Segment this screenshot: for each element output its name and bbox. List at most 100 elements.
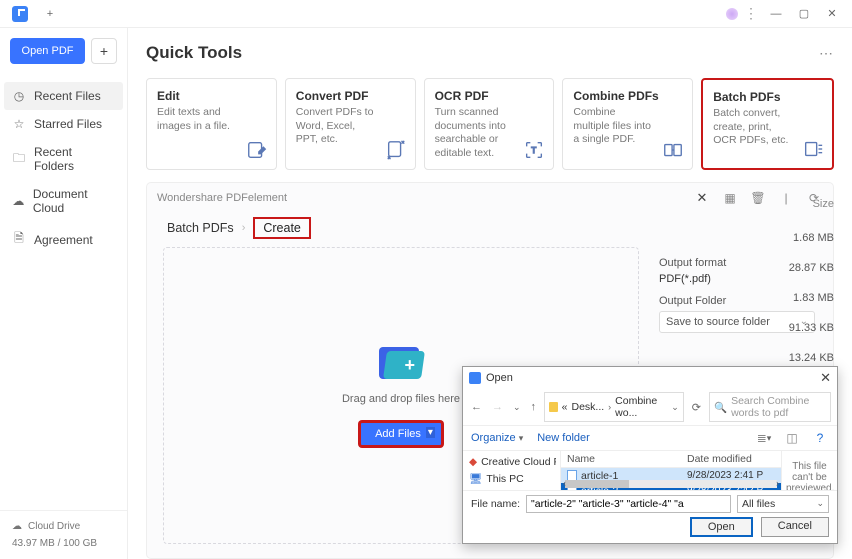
convert-icon — [385, 139, 407, 161]
file-size: 28.87 KB — [764, 262, 834, 274]
search-placeholder: Search Combine words to pdf — [731, 395, 826, 419]
help-icon[interactable]: ? — [811, 429, 829, 447]
doc-icon: 🗎 — [12, 229, 26, 250]
open-button[interactable]: Open — [690, 517, 753, 537]
nav-up-button[interactable]: ↑ — [529, 401, 539, 413]
preview-pane: This file can't be previewed. — [781, 451, 837, 490]
card-desc: Edit texts and images in a file. — [157, 106, 266, 133]
nav-history-button[interactable]: ⌄ — [511, 402, 523, 413]
file-search-input[interactable]: 🔍 Search Combine words to pdf — [709, 392, 831, 422]
sidebar-item-recent-files[interactable]: ◷ Recent Files — [4, 82, 123, 110]
breadcrumb: Batch PDFs › Create — [147, 213, 833, 247]
card-title: Edit — [157, 89, 266, 103]
minimize-button[interactable]: — — [762, 2, 790, 26]
cloud-icon: ☁ — [12, 194, 25, 208]
file-list: Name Date modified article-1 9/28/2023 2… — [561, 451, 781, 490]
sidebar-item-starred-files[interactable]: ☆ Starred Files — [0, 110, 127, 138]
organize-menu[interactable]: Organize ▾ — [471, 432, 523, 444]
add-files-button[interactable]: Add Files — [359, 421, 443, 447]
folder-tree: ◆Creative Cloud Fil 🖥This PC ▣3D Objects… — [463, 451, 561, 490]
tool-card-convert[interactable]: Convert PDF Convert PDFs to Word, Excel,… — [285, 78, 416, 170]
file-size: 1.83 MB — [764, 292, 834, 304]
new-folder-button[interactable]: New folder — [537, 432, 590, 444]
tree-item[interactable]: 🖥This PC — [467, 470, 556, 487]
close-button[interactable]: ✕ — [818, 2, 846, 26]
cancel-button[interactable]: Cancel — [761, 517, 829, 537]
page-title: Quick Tools — [146, 43, 242, 63]
card-title: OCR PDF — [435, 89, 544, 103]
file-open-dialog: Open ✕ ← → ⌄ ↑ « Desk... › Combine wo...… — [462, 366, 838, 544]
path-segment[interactable]: Desk... — [571, 401, 604, 413]
more-tools-button[interactable]: ⋯ — [819, 45, 834, 62]
horizontal-scrollbar[interactable]: ‹ › — [565, 480, 777, 488]
preview-toggle-button[interactable]: ◫ — [783, 429, 801, 447]
dialog-close-button[interactable]: ✕ — [820, 370, 831, 386]
sidebar: Open PDF + ◷ Recent Files ☆ Starred File… — [0, 28, 128, 559]
column-date[interactable]: Date modified — [683, 451, 781, 467]
star-icon: ☆ — [12, 117, 26, 131]
filename-label: File name: — [471, 498, 520, 510]
folder-icon: 🗀 — [12, 149, 26, 170]
path-segment[interactable]: Combine wo... — [615, 395, 663, 419]
nav-back-button[interactable]: ← — [469, 401, 484, 413]
chevron-right-icon: › — [608, 402, 611, 412]
output-folder-value: Save to source folder — [666, 316, 770, 328]
file-size: 91.33 KB — [764, 322, 834, 334]
sidebar-item-label: Recent Folders — [34, 145, 115, 173]
storage-usage: 43.97 MB / 100 GB — [12, 538, 115, 549]
breadcrumb-root[interactable]: Batch PDFs — [167, 221, 234, 235]
size-header: Size — [764, 198, 834, 210]
view-mode-button[interactable]: ≣ ▾ — [755, 429, 773, 447]
account-avatar-icon[interactable] — [726, 8, 738, 20]
sidebar-item-document-cloud[interactable]: ☁ Document Cloud — [0, 180, 127, 222]
chevron-down-icon[interactable]: ⌄ — [671, 402, 679, 413]
sidebar-item-agreement[interactable]: 🗎 Agreement — [0, 222, 127, 257]
svg-text:T: T — [532, 145, 537, 154]
tool-card-edit[interactable]: Edit Edit texts and images in a file. — [146, 78, 277, 170]
file-size-column: Size 1.68 MB 28.87 KB 1.83 MB 91.33 KB 1… — [764, 198, 834, 394]
panel-close-button[interactable]: ✕ — [693, 189, 711, 207]
app-logo-icon — [469, 372, 481, 384]
panel-product-name: Wondershare PDFelement — [157, 192, 287, 204]
sidebar-item-label: Document Cloud — [33, 187, 115, 215]
tree-item-label: This PC — [486, 473, 523, 485]
dropzone-text: Drag and drop files here — [342, 393, 460, 405]
filetype-select[interactable]: All files ⌄ — [737, 495, 829, 513]
sidebar-item-label: Starred Files — [34, 117, 102, 131]
nav-forward-button[interactable]: → — [490, 401, 505, 413]
tool-card-batch[interactable]: Batch PDFs Batch convert, create, print,… — [701, 78, 834, 170]
ocr-icon: T — [523, 139, 545, 161]
create-pdf-button[interactable]: + — [91, 38, 117, 64]
card-title: Combine PDFs — [573, 89, 682, 103]
tool-card-combine[interactable]: Combine PDFs Combine multiple files into… — [562, 78, 693, 170]
add-folder-icon: + — [379, 343, 423, 379]
path-bar[interactable]: « Desk... › Combine wo... ⌄ — [544, 392, 684, 422]
grid-view-icon[interactable]: ▦ — [721, 189, 739, 207]
title-bar: + ⋮ — ▢ ✕ — [0, 0, 852, 28]
app-logo-icon — [12, 6, 28, 22]
quick-tool-cards: Edit Edit texts and images in a file. Co… — [146, 78, 834, 170]
batch-icon — [802, 138, 824, 160]
breadcrumb-current: Create — [253, 217, 311, 239]
filename-input[interactable] — [526, 495, 731, 513]
app-menu-button[interactable]: ⋮ — [744, 5, 758, 22]
sidebar-item-recent-folders[interactable]: 🗀 Recent Folders — [0, 138, 127, 180]
tree-item-label: Creative Cloud Fil — [481, 456, 556, 468]
storage-status: ☁Cloud Drive 43.97 MB / 100 GB — [0, 510, 127, 559]
edit-icon — [246, 139, 268, 161]
clock-icon: ◷ — [12, 89, 26, 103]
tree-item[interactable]: ◆Creative Cloud Fil — [467, 454, 556, 470]
dialog-title: Open — [486, 372, 513, 384]
file-size: 13.24 KB — [764, 352, 834, 364]
refresh-button[interactable]: ⟳ — [690, 401, 703, 414]
new-tab-button[interactable]: + — [36, 2, 64, 26]
file-size: 1.68 MB — [764, 232, 834, 244]
cloud-drive-label: Cloud Drive — [28, 521, 80, 532]
combine-icon — [662, 139, 684, 161]
sidebar-item-label: Recent Files — [34, 89, 101, 103]
tool-card-ocr[interactable]: OCR PDF Turn scanned documents into sear… — [424, 78, 555, 170]
maximize-button[interactable]: ▢ — [790, 2, 818, 26]
column-name[interactable]: Name — [561, 451, 683, 467]
sidebar-item-label: Agreement — [34, 233, 93, 247]
open-pdf-button[interactable]: Open PDF — [10, 38, 85, 64]
